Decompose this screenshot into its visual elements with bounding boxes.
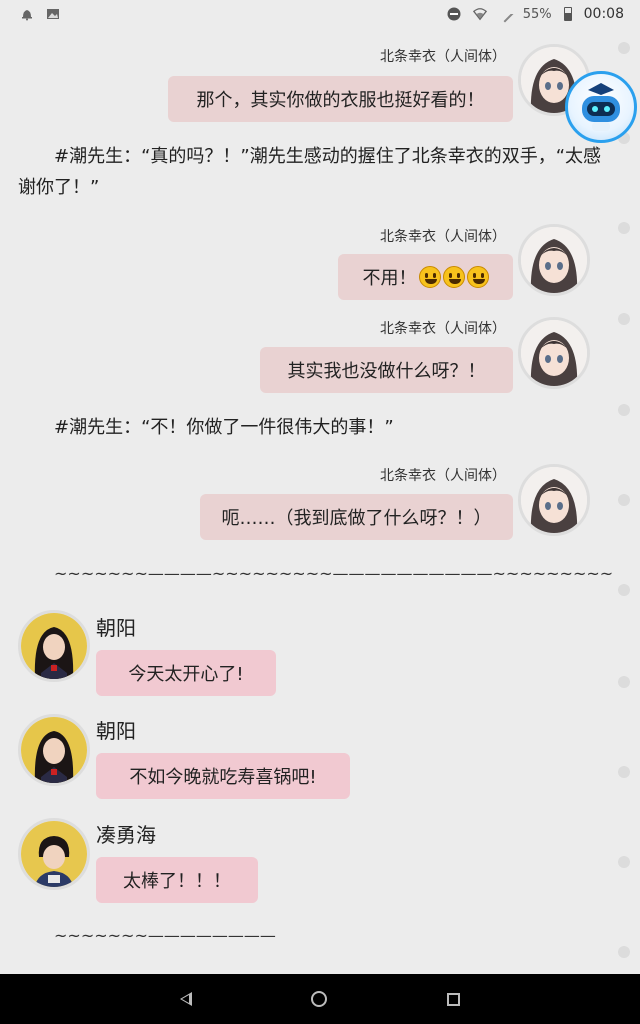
avatar-boy-photo[interactable] (18, 818, 90, 890)
avatar-anime-girl[interactable] (518, 224, 590, 296)
grinning-face-emoji (442, 266, 465, 288)
chat-bubble[interactable]: 呃……（我到底做了什么呀？！） (200, 494, 513, 540)
do-not-disturb-icon (447, 7, 461, 21)
notification-bell-icon (22, 10, 32, 21)
avatar-anime-girl[interactable] (518, 464, 590, 536)
narration-text: #潮先生：“不！你做了一件很伟大的事！” (54, 417, 394, 438)
recent-apps-icon[interactable] (447, 992, 461, 1006)
signal-off-icon (496, 5, 514, 23)
message-text: 不用！ (362, 268, 417, 289)
chat-bubble[interactable]: 今天太开心了! (96, 650, 276, 696)
status-bar: 55% 00:08 (0, 0, 640, 28)
sender-name: 北条幸衣（人间体） (380, 229, 506, 245)
avatar-anime-girl[interactable] (518, 317, 590, 389)
chat-bubble[interactable]: 不用！ (338, 254, 513, 300)
gallery-icon (47, 9, 59, 19)
home-icon[interactable] (311, 991, 328, 1007)
grinning-face-emoji (466, 266, 489, 288)
wifi-icon (472, 8, 487, 21)
sender-name: 凑勇海 (96, 823, 156, 847)
sender-name: 北条幸衣（人间体） (380, 321, 506, 337)
separator-line: ~~~~~~~————~~~~~~~~~——————————~~~~~~~~~ (54, 564, 614, 583)
sender-name: 北条幸衣（人间体） (380, 49, 506, 65)
sender-name: 朝阳 (96, 616, 136, 640)
separator-line: ~~~~~~~———————— (54, 926, 276, 945)
back-icon[interactable] (179, 992, 192, 1006)
clock-time: 00:08 (583, 6, 624, 22)
chat-bubble[interactable]: 太棒了！！！ (96, 857, 258, 903)
sender-name: 朝阳 (96, 719, 136, 743)
avatar-girl-photo[interactable] (18, 714, 90, 786)
battery-icon (563, 7, 572, 21)
navigation-bar (0, 974, 640, 1024)
chat-bubble[interactable]: 不如今晚就吃寿喜锅吧! (96, 753, 350, 799)
chat-bubble[interactable]: 其实我也没做什么呀？！ (260, 347, 513, 393)
grinning-face-emoji (418, 266, 441, 288)
robot-assistant-icon[interactable] (565, 71, 637, 143)
battery-percent: 55% (522, 6, 552, 22)
chat-bubble[interactable]: 那个，其实你做的衣服也挺好看的！ (168, 76, 513, 122)
sender-name: 北条幸衣（人间体） (380, 468, 506, 484)
avatar-girl-photo[interactable] (18, 610, 90, 682)
narration-text: #潮先生：“真的吗？！”潮先生感动的握住了北条幸衣的双手，“太感谢你了！” (18, 146, 602, 198)
